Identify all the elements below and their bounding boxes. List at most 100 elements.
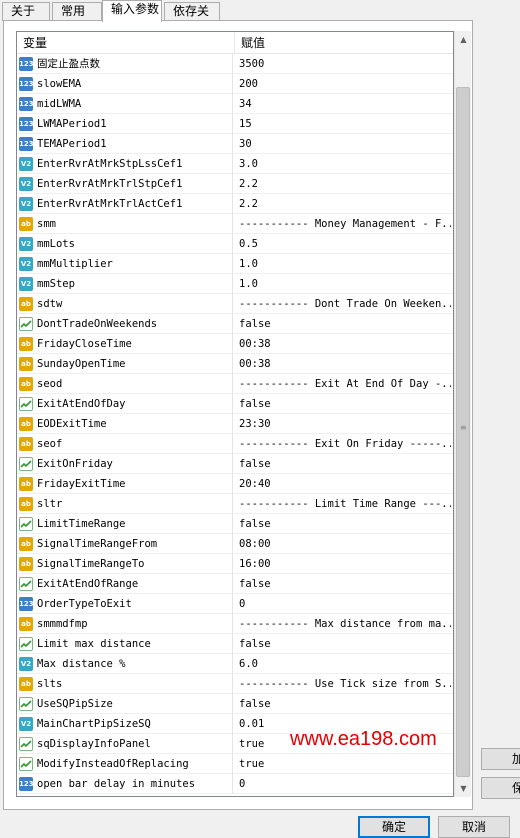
param-name: EODExitTime bbox=[37, 414, 233, 434]
tab-about[interactable]: 关于 bbox=[2, 2, 50, 21]
param-value[interactable]: ----------- Exit At End Of Day -... bbox=[237, 374, 451, 394]
table-row[interactable]: ab slts ----------- Use Tick size from S..… bbox=[17, 674, 453, 694]
tab-dependencies[interactable]: 依存关系 bbox=[164, 2, 220, 35]
table-row[interactable]: ExitAtEndOfRange false bbox=[17, 574, 453, 594]
table-row[interactable]: Limit max distance false bbox=[17, 634, 453, 654]
param-value[interactable]: 00:38 bbox=[237, 334, 451, 354]
table-row[interactable]: ab sdtw ----------- Dont Trade On Weeken..… bbox=[17, 294, 453, 314]
tab-common[interactable]: 常用 bbox=[52, 2, 102, 21]
param-value[interactable]: 2.2 bbox=[237, 194, 451, 214]
param-name: sltr bbox=[37, 494, 233, 514]
param-name: SignalTimeRangeFrom bbox=[37, 534, 233, 554]
param-value[interactable]: 1.0 bbox=[237, 254, 451, 274]
bool-param-icon bbox=[19, 457, 33, 471]
param-value[interactable]: 20:40 bbox=[237, 474, 451, 494]
param-value[interactable]: 30 bbox=[237, 134, 451, 154]
table-row[interactable]: ab SignalTimeRangeFrom 08:00 bbox=[17, 534, 453, 554]
vertical-scrollbar[interactable]: ▲ ≡ ▼ bbox=[454, 31, 471, 797]
param-value[interactable]: false bbox=[237, 694, 451, 714]
table-row[interactable]: ab EODExitTime 23:30 bbox=[17, 414, 453, 434]
param-value[interactable]: 6.0 bbox=[237, 654, 451, 674]
table-row[interactable]: 123 OrderTypeToExit 0 bbox=[17, 594, 453, 614]
table-row[interactable]: ExitOnFriday false bbox=[17, 454, 453, 474]
param-value[interactable]: 00:38 bbox=[237, 354, 451, 374]
column-header-value[interactable]: 赋值 bbox=[235, 32, 453, 54]
table-row[interactable]: ab SundayOpenTime 00:38 bbox=[17, 354, 453, 374]
bool-param-icon bbox=[19, 397, 33, 411]
param-name: 固定止盈点数 bbox=[37, 54, 233, 74]
scroll-down-button[interactable]: ▼ bbox=[455, 780, 472, 797]
param-value[interactable]: 3500 bbox=[237, 54, 451, 74]
table-row[interactable]: ab sltr ----------- Limit Time Range ---..… bbox=[17, 494, 453, 514]
param-value[interactable]: false bbox=[237, 514, 451, 534]
param-value[interactable]: ----------- Max distance from ma... bbox=[237, 614, 451, 634]
param-value[interactable]: false bbox=[237, 454, 451, 474]
table-row[interactable]: ab seod ----------- Exit At End Of Day -..… bbox=[17, 374, 453, 394]
table-row[interactable]: V2 mmStep 1.0 bbox=[17, 274, 453, 294]
table-row[interactable]: ab FridayCloseTime 00:38 bbox=[17, 334, 453, 354]
bool-param-icon bbox=[19, 517, 33, 531]
param-name: smmmdfmp bbox=[37, 614, 233, 634]
param-name: mmLots bbox=[37, 234, 233, 254]
save-button[interactable]: 保 bbox=[481, 777, 520, 799]
int-param-icon: 123 bbox=[19, 97, 34, 111]
column-header-variable[interactable]: 变量 bbox=[17, 32, 235, 54]
table-row[interactable]: 123 slowEMA 200 bbox=[17, 74, 453, 94]
dbl-param-icon: V2 bbox=[19, 197, 33, 211]
table-row[interactable]: V2 mmMultiplier 1.0 bbox=[17, 254, 453, 274]
table-row[interactable]: 123 LWMAPeriod1 15 bbox=[17, 114, 453, 134]
param-value[interactable]: ----------- Limit Time Range ---... bbox=[237, 494, 451, 514]
table-row[interactable]: 123 TEMAPeriod1 30 bbox=[17, 134, 453, 154]
table-row[interactable]: 123 固定止盈点数 3500 bbox=[17, 54, 453, 74]
table-row[interactable]: 123 midLWMA 34 bbox=[17, 94, 453, 114]
table-row[interactable]: V2 Max distance % 6.0 bbox=[17, 654, 453, 674]
param-value[interactable]: false bbox=[237, 634, 451, 654]
param-value[interactable]: ----------- Dont Trade On Weeken... bbox=[237, 294, 451, 314]
scrollbar-thumb[interactable]: ≡ bbox=[456, 87, 470, 777]
table-row[interactable]: ab seof ----------- Exit On Friday -----..… bbox=[17, 434, 453, 454]
table-row[interactable]: ab SignalTimeRangeTo 16:00 bbox=[17, 554, 453, 574]
scroll-up-button[interactable]: ▲ bbox=[455, 31, 472, 48]
param-value[interactable]: 2.2 bbox=[237, 174, 451, 194]
param-value[interactable]: 0.5 bbox=[237, 234, 451, 254]
param-name: seof bbox=[37, 434, 233, 454]
param-value[interactable]: ----------- Exit On Friday -----... bbox=[237, 434, 451, 454]
table-row[interactable]: LimitTimeRange false bbox=[17, 514, 453, 534]
param-value[interactable]: false bbox=[237, 314, 451, 334]
param-value[interactable]: 08:00 bbox=[237, 534, 451, 554]
table-row[interactable]: ModifyInsteadOfReplacing true bbox=[17, 754, 453, 774]
table-row[interactable]: V2 EnterRvrAtMrkTrlActCef1 2.2 bbox=[17, 194, 453, 214]
table-row[interactable]: ab FridayExitTime 20:40 bbox=[17, 474, 453, 494]
param-value[interactable]: 0 bbox=[237, 594, 451, 614]
param-value[interactable]: 1.0 bbox=[237, 274, 451, 294]
param-value[interactable]: 23:30 bbox=[237, 414, 451, 434]
table-row[interactable]: 123 open bar delay in minutes 0 bbox=[17, 774, 453, 794]
load-button[interactable]: 加 bbox=[481, 748, 520, 770]
table-row[interactable]: DontTradeOnWeekends false bbox=[17, 314, 453, 334]
param-value[interactable]: ----------- Money Management - F... bbox=[237, 214, 451, 234]
param-value[interactable]: 3.0 bbox=[237, 154, 451, 174]
param-name: Max distance % bbox=[37, 654, 233, 674]
table-row[interactable]: V2 EnterRvrAtMrkStpLssCef1 3.0 bbox=[17, 154, 453, 174]
grip-icon: ≡ bbox=[460, 423, 467, 432]
param-value[interactable]: 16:00 bbox=[237, 554, 451, 574]
table-row[interactable]: ab smmmdfmp ----------- Max distance from … bbox=[17, 614, 453, 634]
param-value[interactable]: 0 bbox=[237, 774, 451, 794]
table-row[interactable]: UseSQPipSize false bbox=[17, 694, 453, 714]
param-value[interactable]: false bbox=[237, 394, 451, 414]
param-name: LWMAPeriod1 bbox=[37, 114, 233, 134]
param-value[interactable]: ----------- Use Tick size from S... bbox=[237, 674, 451, 694]
param-value[interactable]: true bbox=[237, 754, 451, 774]
param-value[interactable]: false bbox=[237, 574, 451, 594]
param-value[interactable]: 200 bbox=[237, 74, 451, 94]
table-row[interactable]: V2 mmLots 0.5 bbox=[17, 234, 453, 254]
table-row[interactable]: ab smm ----------- Money Management - F... bbox=[17, 214, 453, 234]
tab-inputs[interactable]: 输入参数 bbox=[102, 0, 162, 22]
dbl-param-icon: V2 bbox=[19, 257, 33, 271]
int-param-icon: 123 bbox=[19, 117, 34, 131]
param-value[interactable]: 15 bbox=[237, 114, 451, 134]
table-row[interactable]: ExitAtEndOfDay false bbox=[17, 394, 453, 414]
param-name: OrderTypeToExit bbox=[37, 594, 233, 614]
param-value[interactable]: 34 bbox=[237, 94, 451, 114]
table-row[interactable]: V2 EnterRvrAtMrkTrlStpCef1 2.2 bbox=[17, 174, 453, 194]
